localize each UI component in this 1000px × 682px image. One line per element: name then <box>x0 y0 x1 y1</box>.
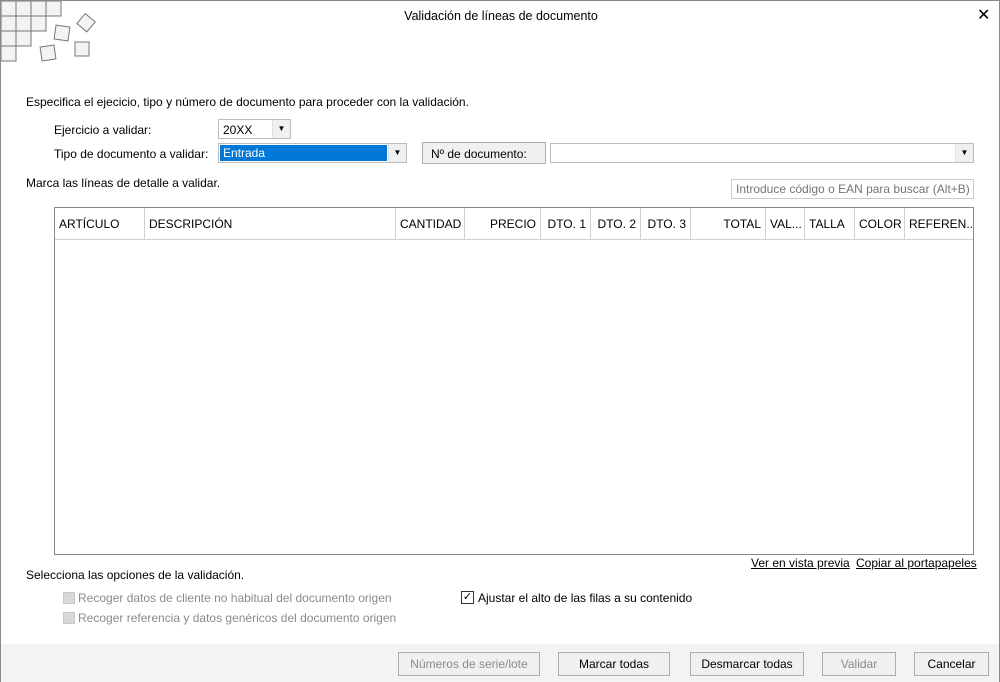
column-header-total[interactable]: TOTAL <box>691 208 766 240</box>
column-header-valor[interactable]: VAL... <box>766 208 805 240</box>
opt1-checkbox[interactable] <box>63 592 75 604</box>
column-header-articulo[interactable]: ARTÍCULO <box>55 208 145 240</box>
column-header-talla[interactable]: TALLA <box>805 208 855 240</box>
column-header-referencia[interactable]: REFEREN... <box>905 208 973 240</box>
opt2-label: Recoger referencia y datos genéricos del… <box>78 611 397 625</box>
desmarcar-todas-button[interactable]: Desmarcar todas <box>690 652 804 676</box>
opt3-label: Ajustar el alto de las filas a su conten… <box>478 591 693 605</box>
tipo-value: Entrada <box>220 145 387 161</box>
column-header-dto1[interactable]: DTO. 1 <box>541 208 591 240</box>
marcar-todas-button[interactable]: Marcar todas <box>558 652 670 676</box>
tipo-select[interactable]: Entrada ▼ <box>218 143 407 163</box>
column-header-dto2[interactable]: DTO. 2 <box>591 208 641 240</box>
chevron-down-icon[interactable]: ▼ <box>388 144 406 162</box>
marca-text: Marca las líneas de detalle a validar. <box>26 176 221 190</box>
dialog-title: Validación de líneas de documento <box>404 9 598 23</box>
numero-select[interactable]: ▼ <box>550 143 974 163</box>
serie-lote-button[interactable]: Números de serie/lote <box>398 652 540 676</box>
opt2-checkbox[interactable] <box>63 612 75 624</box>
ejercicio-select[interactable]: 20XX ▼ <box>218 119 291 139</box>
options-title: Selecciona las opciones de la validación… <box>26 568 245 582</box>
opt1-label: Recoger datos de cliente no habitual del… <box>78 591 392 605</box>
intro-text: Especifica el ejecicio, tipo y número de… <box>26 95 469 109</box>
close-icon[interactable]: ✕ <box>977 5 990 25</box>
validar-button[interactable]: Validar <box>822 652 896 676</box>
chevron-down-icon[interactable]: ▼ <box>272 120 290 138</box>
column-header-precio[interactable]: PRECIO <box>465 208 541 240</box>
preview-link[interactable]: Ver en vista previa <box>751 556 850 570</box>
checkmark-icon: ✓ <box>462 591 473 603</box>
column-header-descripcion[interactable]: DESCRIPCIÓN <box>145 208 396 240</box>
lines-grid[interactable]: ARTÍCULO DESCRIPCIÓN CANTIDAD PRECIO DTO… <box>54 207 974 555</box>
ejercicio-label: Ejercicio a validar: <box>54 123 152 137</box>
column-header-dto3[interactable]: DTO. 3 <box>641 208 691 240</box>
opt3-checkbox[interactable]: ✓ <box>461 591 474 604</box>
tipo-label: Tipo de documento a validar: <box>54 147 209 161</box>
ejercicio-value: 20XX <box>223 123 253 137</box>
dialog-window: Validación de líneas de documento ✕ Espe… <box>0 0 1000 682</box>
column-header-cantidad[interactable]: CANTIDAD <box>396 208 465 240</box>
numero-label: Nº de documento: <box>422 142 546 164</box>
column-header-color[interactable]: COLOR <box>855 208 905 240</box>
chevron-down-icon[interactable]: ▼ <box>955 144 973 162</box>
copy-link[interactable]: Copiar al portapapeles <box>856 556 977 570</box>
cancelar-button[interactable]: Cancelar <box>914 652 989 676</box>
search-input[interactable] <box>731 179 974 199</box>
